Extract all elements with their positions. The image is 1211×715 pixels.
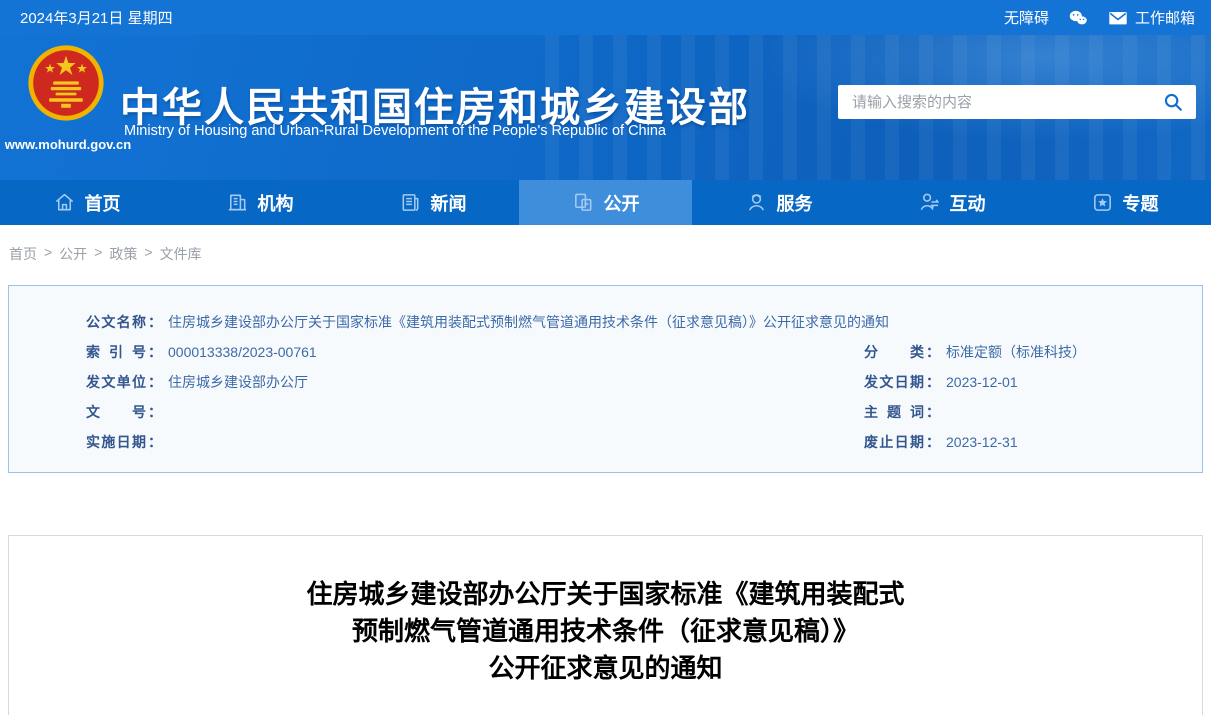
meta-row-document-name: 公文名称 ： 住房城乡建设部办公厅关于国家标准《建筑用装配式预制燃气管道通用技术… bbox=[86, 312, 1182, 342]
search-button[interactable] bbox=[1160, 89, 1186, 115]
meta-colon: ： bbox=[148, 374, 162, 390]
meta-row-implementation-date: 实施日期 ： bbox=[86, 432, 864, 462]
breadcrumb-item-disclosure[interactable]: 公开 bbox=[59, 244, 87, 264]
wechat-icon[interactable] bbox=[1067, 7, 1089, 29]
document-name-value: 住房城乡建设部办公厅关于国家标准《建筑用装配式预制燃气管道通用技术条件（征求意见… bbox=[168, 314, 889, 330]
breadcrumb-item-home[interactable]: 首页 bbox=[9, 244, 37, 264]
article-title: 住房城乡建设部办公厅关于国家标准《建筑用装配式 预制燃气管道通用技术条件（征求意… bbox=[9, 576, 1202, 687]
meta-label: 索引号 bbox=[86, 344, 146, 360]
organization-icon bbox=[226, 191, 249, 214]
meta-row-repeal-date: 废止日期 ： 2023-12-31 bbox=[864, 432, 1182, 462]
article-title-line: 预制燃气管道通用技术条件（征求意见稿）》 bbox=[351, 616, 859, 646]
breadcrumb-separator: > bbox=[144, 244, 153, 260]
accessibility-link[interactable]: 无障碍 bbox=[1004, 7, 1049, 28]
breadcrumb-separator: > bbox=[94, 244, 103, 260]
nav-item-label: 机构 bbox=[257, 193, 294, 214]
nav-item-organization[interactable]: 机构 bbox=[173, 180, 346, 225]
nav-item-label: 互动 bbox=[949, 193, 986, 214]
main-nav: 首页 机构 新闻 公开 服务 互动 专题 bbox=[0, 180, 1211, 225]
meta-label: 发文单位 bbox=[86, 374, 146, 390]
meta-row-category: 分类 ： 标准定额（标准科技） bbox=[864, 342, 1182, 372]
meta-row-subject-words: 主题词 ： bbox=[864, 402, 1182, 432]
breadcrumb-item-library[interactable]: 文件库 bbox=[160, 244, 202, 264]
meta-colon: ： bbox=[148, 434, 162, 450]
meta-label: 发文日期 bbox=[864, 374, 924, 390]
disclosure-icon bbox=[572, 191, 595, 214]
meta-row-index-number: 索引号 ： 000013338/2023-00761 bbox=[86, 342, 864, 372]
meta-label: 实施日期 bbox=[86, 434, 146, 450]
top-bar-links: 无障碍 工作邮箱 bbox=[1004, 7, 1195, 29]
article-card: 住房城乡建设部办公厅关于国家标准《建筑用装配式 预制燃气管道通用技术条件（征求意… bbox=[8, 535, 1203, 715]
current-date: 2024年3月21日 星期四 bbox=[20, 10, 173, 27]
work-mail-label: 工作邮箱 bbox=[1134, 10, 1195, 27]
meta-row-issue-date: 发文日期 ： 2023-12-01 bbox=[864, 372, 1182, 402]
search-icon bbox=[1162, 91, 1184, 113]
meta-label: 文号 bbox=[86, 404, 146, 420]
repeal-date-value: 2023-12-31 bbox=[946, 434, 1018, 450]
meta-colon: ： bbox=[148, 404, 162, 420]
meta-colon: ： bbox=[926, 344, 940, 360]
nav-item-home[interactable]: 首页 bbox=[0, 180, 173, 225]
nav-item-label: 首页 bbox=[84, 193, 121, 214]
issue-date-value: 2023-12-01 bbox=[946, 374, 1018, 390]
meta-colon: ： bbox=[926, 434, 940, 450]
nav-item-label: 服务 bbox=[776, 193, 813, 214]
meta-columns: 索引号 ： 000013338/2023-00761 发文单位 ： 住房城乡建设… bbox=[86, 342, 1182, 462]
category-value: 标准定额（标准科技） bbox=[946, 344, 1086, 360]
home-icon bbox=[53, 191, 76, 214]
nav-item-label: 专题 bbox=[1122, 193, 1159, 214]
meta-colon: ： bbox=[926, 404, 940, 420]
site-title-english: Ministry of Housing and Urban-Rural Deve… bbox=[124, 123, 666, 139]
meta-label: 分类 bbox=[864, 344, 924, 360]
nav-item-news[interactable]: 新闻 bbox=[346, 180, 519, 225]
news-icon bbox=[399, 191, 422, 214]
nav-item-label: 新闻 bbox=[430, 193, 467, 214]
site-header: www.mohurd.gov.cn 中华人民共和国住房和城乡建设部 Minist… bbox=[0, 35, 1211, 180]
meta-colon: ： bbox=[148, 344, 162, 360]
nav-item-interaction[interactable]: 互动 bbox=[865, 180, 1038, 225]
breadcrumb: 首页 > 公开 > 政策 > 文件库 bbox=[9, 244, 1211, 264]
meta-colon: ： bbox=[926, 374, 940, 390]
nav-item-topics[interactable]: 专题 bbox=[1038, 180, 1211, 225]
service-icon bbox=[745, 191, 768, 214]
breadcrumb-separator: > bbox=[44, 244, 53, 260]
site-url: www.mohurd.gov.cn bbox=[4, 137, 132, 152]
meta-label: 废止日期 bbox=[864, 434, 924, 450]
meta-label: 公文名称 bbox=[86, 314, 146, 330]
breadcrumb-item-policy[interactable]: 政策 bbox=[109, 244, 137, 264]
nav-item-label: 公开 bbox=[603, 193, 640, 214]
nav-item-service[interactable]: 服务 bbox=[692, 180, 865, 225]
index-number-value: 000013338/2023-00761 bbox=[168, 344, 317, 360]
nav-item-disclosure[interactable]: 公开 bbox=[519, 180, 692, 225]
work-mail-link[interactable]: 工作邮箱 bbox=[1107, 7, 1195, 29]
article-title-line: 住房城乡建设部办公厅关于国家标准《建筑用装配式 bbox=[306, 579, 905, 609]
issuing-unit-value: 住房城乡建设部办公厅 bbox=[168, 374, 308, 390]
search-box bbox=[838, 85, 1196, 119]
article-title-line: 公开征求意见的通知 bbox=[488, 653, 723, 683]
document-meta-card: 公文名称 ： 住房城乡建设部办公厅关于国家标准《建筑用装配式预制燃气管道通用技术… bbox=[8, 285, 1203, 473]
topics-icon bbox=[1091, 191, 1114, 214]
meta-column-right: 分类 ： 标准定额（标准科技） 发文日期 ： 2023-12-01 主题词 ： … bbox=[864, 342, 1182, 462]
top-bar: 2024年3月21日 星期四 无障碍 工作邮箱 bbox=[0, 0, 1211, 35]
meta-row-issuing-unit: 发文单位 ： 住房城乡建设部办公厅 bbox=[86, 372, 864, 402]
national-emblem-logo bbox=[28, 45, 104, 121]
meta-row-document-number: 文号 ： bbox=[86, 402, 864, 432]
meta-label: 主题词 bbox=[864, 404, 924, 420]
meta-colon: ： bbox=[148, 314, 162, 330]
search-input[interactable] bbox=[852, 93, 1160, 111]
interaction-icon bbox=[918, 191, 941, 214]
envelope-icon bbox=[1107, 7, 1129, 29]
meta-column-left: 索引号 ： 000013338/2023-00761 发文单位 ： 住房城乡建设… bbox=[86, 342, 864, 462]
